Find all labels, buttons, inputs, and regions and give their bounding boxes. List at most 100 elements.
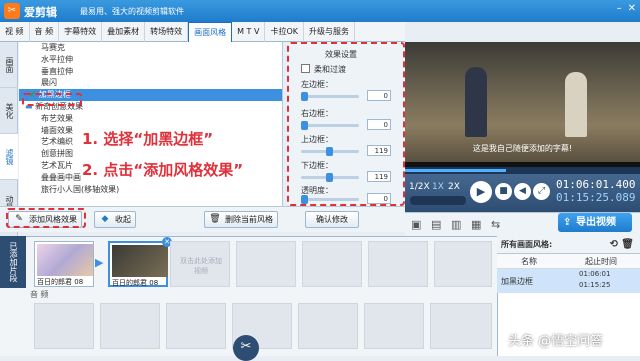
back-icon[interactable]: ⟲ [610,236,618,254]
export-video-button[interactable]: ⇪ 导出视频 [558,213,632,232]
tab-picture-style[interactable]: 画面风格 [188,22,233,42]
slider-label: 左边框： [301,80,333,89]
soft-filter-checkbox[interactable] [301,64,310,73]
style-name: 加黑边框 [501,277,533,286]
confirm-change-button[interactable]: 确认修改 [305,211,359,228]
snapshot-icon[interactable]: ▣ [411,218,421,231]
table-row[interactable]: 加黑边框 01:06:01 01:15:25 [497,269,640,293]
current-time: 01:06:01.400 [556,178,636,191]
arrow-right-icon: ▶ [95,256,104,269]
tab-karaoke[interactable]: 卡拉OK [265,22,304,42]
settings-icon[interactable]: ▥ [451,218,461,231]
collapse-icon: ◆ [101,214,109,224]
watermark: 头条 @悟空问答 [508,334,604,349]
style-start: 01:06:01 [579,270,611,278]
instruction-step-2: 2. 点击“添加风格效果” [82,161,244,179]
app-name: 爱剪辑 [24,6,57,19]
tab-video[interactable]: 视 频 [0,22,30,42]
fullscreen-icon[interactable]: ⤢ [533,183,550,200]
audio-slot[interactable] [364,303,424,349]
bottom-border-slider[interactable] [301,172,361,182]
add-video-hint: 双击此处添加视频 [180,257,222,275]
video-subtitle: 这是我自己随便添加的字幕! [472,144,573,153]
empty-slot[interactable] [302,241,362,287]
delete-style-label: 删除当前风格 [225,215,273,224]
tab-overlay[interactable]: 叠加素材 [102,22,146,42]
empty-slot[interactable]: 双击此处添加视频 [170,241,230,287]
tab-upgrade[interactable]: 升级与服务 [304,22,355,42]
close-icon[interactable]: ✕ [628,3,636,14]
list-item[interactable]: 旅行小人国(移轴效果) [19,184,282,196]
top-border-slider[interactable] [301,146,361,156]
title-bar: ✂ 爱剪辑 最易用、强大的视频剪辑软件 – ✕ [0,0,640,22]
window-controls: – ✕ [617,3,636,14]
clip-name: 百日的郎君 08 [112,279,159,287]
timeline-clip[interactable]: 百日的郎君 08 [34,241,94,287]
audio-slot[interactable] [34,303,94,349]
minimize-icon[interactable]: – [617,3,622,14]
main-tab-bar: 视 频 音 频 字幕特效 叠加素材 转场特效 画面风格 M T V 卡拉OK 升… [0,22,405,42]
delete-style-button[interactable]: 🗑 删除当前风格 [204,211,278,228]
highlight-box-add-button [6,208,86,228]
top-border-input[interactable]: 119 [367,145,391,156]
audio-slot[interactable] [430,303,492,349]
play-button[interactable]: ▶ [470,181,492,203]
col-name: 名称 [521,257,537,266]
audio-slot[interactable] [298,303,358,349]
opacity-input[interactable]: 0 [367,193,391,204]
right-border-slider[interactable] [301,120,361,130]
list-item[interactable]: 马赛克 [19,42,282,54]
playback-progress-fill [405,169,507,172]
tab-audio[interactable]: 音 频 [30,22,60,42]
opacity-slider[interactable] [301,194,361,204]
bottom-border-input[interactable]: 119 [367,171,391,182]
app-logo-icon: ✂ [4,3,20,19]
list-item[interactable]: 水平拉伸 [19,54,282,66]
audio-slot[interactable] [166,303,226,349]
slider-label: 下边框： [301,161,333,170]
slider-label: 上边框： [301,135,333,144]
clip-name: 百日的郎君 08 [37,278,84,286]
styles-table-header: 名称 起止时间 [497,254,640,269]
tab-transitions[interactable]: 转场特效 [145,22,189,42]
list-item[interactable]: 垂直拉伸 [19,66,282,78]
speed-half[interactable]: 1/2X [409,182,430,192]
side-tab-filter[interactable]: 滤镜 [0,134,18,180]
audio-track-label: 音 频 [30,290,49,299]
left-border-input[interactable]: 0 [367,90,391,101]
tab-subtitle-effects[interactable]: 字幕特效 [59,22,103,42]
highlight-box-effect [22,93,82,106]
speed-double[interactable]: 2X [448,182,460,192]
trash-icon: 🗑 [209,214,221,224]
speed-normal[interactable]: 1X [432,182,444,192]
scissors-icon[interactable]: ✂ [233,335,259,361]
collapse-button[interactable]: ◆ 收起 [94,211,136,228]
col-time: 起止时间 [585,257,617,266]
app-slogan: 最易用、强大的视频剪辑软件 [80,7,184,16]
style-end: 01:15:25 [579,281,611,289]
added-clips-label: 已添加片段 [0,236,26,288]
folder-open-icon[interactable]: ▤ [431,218,441,231]
save-icon[interactable]: ▦ [471,218,481,231]
right-border-input[interactable]: 0 [367,119,391,130]
video-preview[interactable]: 这是我自己随便添加的字幕! [405,42,640,167]
volume-slider[interactable] [410,196,466,205]
empty-slot[interactable] [236,241,296,287]
empty-slot[interactable] [434,241,492,287]
empty-slot[interactable] [368,241,428,287]
rewind-icon[interactable]: ◀ [514,183,531,200]
stop-icon[interactable]: ■ [495,183,512,200]
list-item[interactable]: 晨闪 [19,77,282,89]
tab-mtv[interactable]: M T V [232,22,266,42]
audio-slot[interactable] [100,303,160,349]
figure-right [565,72,587,137]
side-tab-picture[interactable]: 画面 [0,42,18,88]
timeline-clip-selected[interactable]: 百日的郎君 08 ✕ [108,237,172,287]
left-border-slider[interactable] [301,91,361,101]
list-item[interactable]: 布艺效果 [19,113,282,125]
effect-list: 马赛克 水平拉伸 垂直拉伸 晨闪 ✔ 加黑边框 ▬ 新奇创意效果 布艺效果 墙面效… [19,42,283,206]
side-tab-beautify[interactable]: 美化 [0,88,18,134]
share-icon[interactable]: ⇆ [491,218,500,231]
trash-icon[interactable]: 🗑 [621,236,634,254]
slider-label: 右边框： [301,109,333,118]
